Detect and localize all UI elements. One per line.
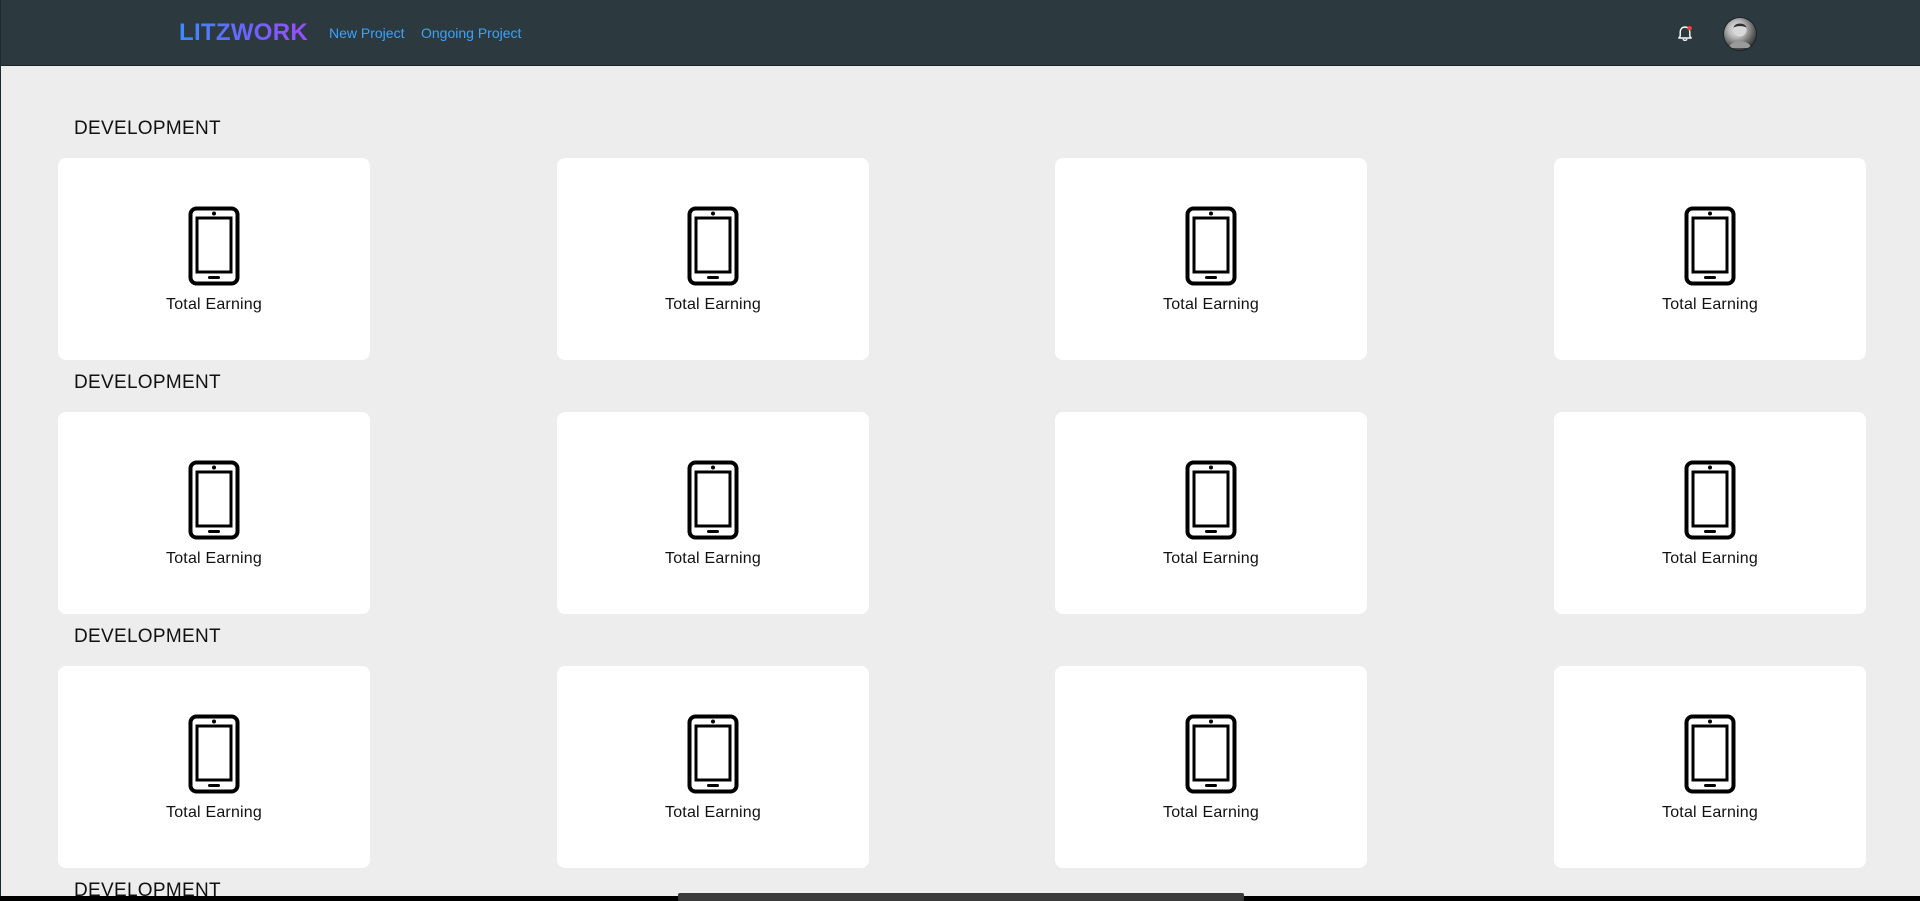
earning-card[interactable]: Total Earning	[58, 666, 370, 868]
phone-icon	[1684, 206, 1736, 286]
card-label: Total Earning	[1662, 296, 1758, 313]
earning-card[interactable]: Total Earning	[1055, 666, 1367, 868]
card-label: Total Earning	[166, 296, 262, 313]
notification-dot	[1687, 26, 1692, 31]
earning-card[interactable]: Total Earning	[1055, 412, 1367, 614]
phone-icon	[1684, 460, 1736, 540]
phone-icon	[687, 714, 739, 794]
earning-card[interactable]: Total Earning	[1554, 666, 1866, 868]
phone-icon	[687, 460, 739, 540]
phone-icon	[1185, 714, 1237, 794]
phone-icon	[1185, 460, 1237, 540]
section-title: DEVELOPMENT	[74, 372, 221, 393]
earning-card[interactable]: Total Earning	[58, 412, 370, 614]
phone-icon	[1185, 206, 1237, 286]
earning-card[interactable]: Total Earning	[1055, 158, 1367, 360]
card-label: Total Earning	[1163, 550, 1259, 567]
avatar-icon	[1729, 23, 1751, 48]
user-avatar[interactable]	[1724, 18, 1756, 50]
card-label: Total Earning	[166, 804, 262, 821]
card-label: Total Earning	[166, 550, 262, 567]
brand-logo[interactable]: LITZWORK	[179, 19, 308, 47]
card-label: Total Earning	[1163, 296, 1259, 313]
phone-icon	[188, 460, 240, 540]
phone-icon	[687, 206, 739, 286]
card-label: Total Earning	[665, 804, 761, 821]
section-title: DEVELOPMENT	[74, 880, 221, 896]
phone-icon	[1684, 714, 1736, 794]
app-viewport: LITZWORK New Project Ongoing Project DEV…	[0, 0, 1920, 896]
earning-card[interactable]: Total Earning	[557, 158, 869, 360]
bell-icon[interactable]	[1675, 24, 1695, 44]
earning-card[interactable]: Total Earning	[1554, 412, 1866, 614]
card-label: Total Earning	[1163, 804, 1259, 821]
nav-ongoing-project[interactable]: Ongoing Project	[421, 25, 521, 41]
card-label: Total Earning	[665, 550, 761, 567]
section-title: DEVELOPMENT	[74, 626, 221, 647]
phone-icon	[188, 206, 240, 286]
card-label: Total Earning	[665, 296, 761, 313]
nav-new-project[interactable]: New Project	[329, 25, 404, 41]
earning-card[interactable]: Total Earning	[58, 158, 370, 360]
card-label: Total Earning	[1662, 550, 1758, 567]
earning-card[interactable]: Total Earning	[1554, 158, 1866, 360]
section-title: DEVELOPMENT	[74, 118, 221, 139]
card-label: Total Earning	[1662, 804, 1758, 821]
top-navbar: LITZWORK New Project Ongoing Project	[1, 0, 1920, 66]
horizontal-scrollbar[interactable]	[678, 893, 1244, 901]
phone-icon	[188, 714, 240, 794]
earning-card[interactable]: Total Earning	[557, 666, 869, 868]
earning-card[interactable]: Total Earning	[557, 412, 869, 614]
